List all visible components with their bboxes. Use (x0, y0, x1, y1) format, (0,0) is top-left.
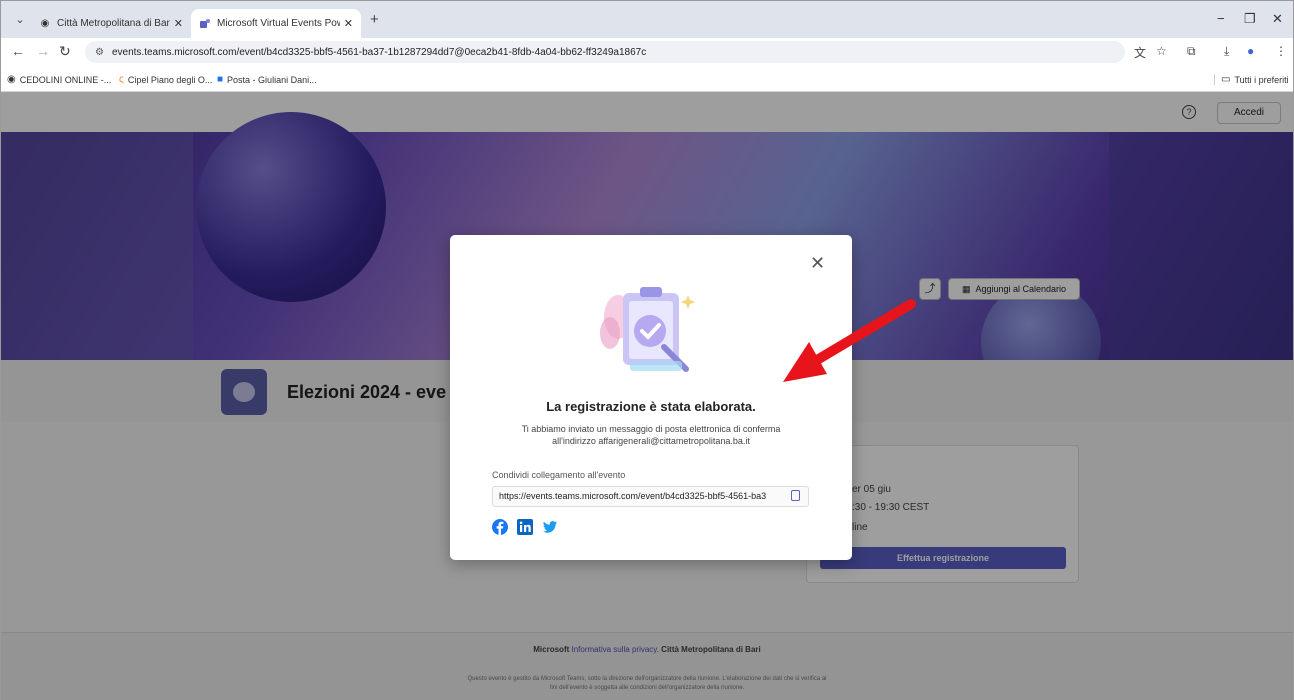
translate-icon[interactable]: 文 (1134, 44, 1146, 61)
address-bar[interactable]: ⚙ events.teams.microsoft.com/event/b4cd3… (85, 41, 1125, 63)
tab-title: Microsoft Virtual Events Power (217, 18, 340, 29)
bookmark-label: Posta - Giuliani Dani... (227, 74, 317, 85)
download-icon[interactable]: ⤓ (1224, 44, 1229, 59)
confirmation-illustration (600, 287, 695, 372)
outlook-icon: ■ (217, 74, 224, 85)
bookmark-cedolini[interactable]: ◉ CEDOLINI ONLINE -... (7, 74, 111, 85)
teams-icon (199, 18, 211, 30)
tab-close-icon[interactable]: ✕ (344, 17, 353, 30)
browser-toolbar: ← → ↻ ⚙ events.teams.microsoft.com/event… (1, 38, 1293, 66)
profile-avatar-icon[interactable]: ● (1247, 44, 1254, 58)
globe-icon: ◉ (40, 18, 50, 29)
copy-icon[interactable] (791, 490, 800, 501)
back-arrow-icon[interactable]: ← (11, 43, 25, 59)
share-link-field[interactable]: https://events.teams.microsoft.com/event… (492, 486, 809, 507)
url-text: events.teams.microsoft.com/event/b4cd332… (111, 46, 647, 58)
close-window-button[interactable]: ✕ (1272, 11, 1283, 27)
cipel-icon: ς (119, 74, 124, 85)
tab-microsoft-virtual-events[interactable]: Microsoft Virtual Events Power ✕ (191, 9, 361, 38)
extensions-icon[interactable]: ⧉ (1187, 44, 1196, 59)
all-bookmarks[interactable]: ▭ Tutti i preferiti (1214, 74, 1289, 85)
dialog-message-line: Ti abbiamo inviato un messaggio di posta… (521, 424, 781, 434)
bookmark-posta[interactable]: ■ Posta - Giuliani Dani... (217, 74, 317, 85)
site-settings-icon[interactable]: ⚙ (95, 47, 104, 58)
tab-citta-metropolitana[interactable]: ◉ Città Metropolitana di Bari - Se ✕ (31, 9, 191, 38)
folder-icon: ▭ (1221, 74, 1231, 85)
browser-menu-icon[interactable]: ⋮ (1275, 44, 1287, 58)
browser-tab-strip: ⌄ ◉ Città Metropolitana di Bari - Se ✕ M… (1, 1, 1293, 38)
tab-search-icon[interactable]: ⌄ (11, 11, 29, 29)
bookmark-label: Cipel Piano degli O... (127, 74, 213, 85)
dialog-message-line: all'indirizzo affarigenerali@cittametrop… (552, 436, 750, 446)
forward-arrow-icon[interactable]: → (36, 43, 50, 59)
tab-close-icon[interactable]: ✕ (174, 17, 183, 30)
registration-confirmation-dialog: ✕ La registrazione è stata elaborata. Ti… (450, 235, 852, 560)
linkedin-icon[interactable] (517, 519, 533, 535)
close-icon[interactable]: ✕ (810, 253, 825, 274)
tab-title: Città Metropolitana di Bari - Se (57, 18, 170, 29)
restore-button[interactable]: ❐ (1244, 11, 1256, 27)
new-tab-button[interactable]: + (370, 11, 379, 28)
facebook-icon[interactable] (492, 519, 508, 535)
all-bookmarks-label: Tutti i preferiti (1234, 74, 1289, 85)
bookmark-label: CEDOLINI ONLINE -... (19, 74, 112, 85)
minimize-button[interactable]: − (1217, 11, 1225, 26)
reload-icon[interactable]: ↻ (59, 43, 71, 60)
twitter-icon[interactable] (542, 519, 558, 535)
bookmarks-bar: ◉ CEDOLINI ONLINE -... ς Cipel Piano degli… (1, 66, 1293, 92)
red-annotation-arrow (783, 299, 916, 382)
dialog-message: Ti abbiamo inviato un messaggio di posta… (490, 423, 812, 447)
bookmark-cipel[interactable]: ς Cipel Piano degli O... (119, 74, 212, 85)
dialog-title: La registrazione è stata elaborata. (546, 399, 756, 414)
globe-icon: ◉ (7, 74, 16, 85)
bookmark-star-icon[interactable]: ☆ (1156, 44, 1167, 58)
share-link-label: Condividi collegamento all'evento (492, 470, 626, 480)
